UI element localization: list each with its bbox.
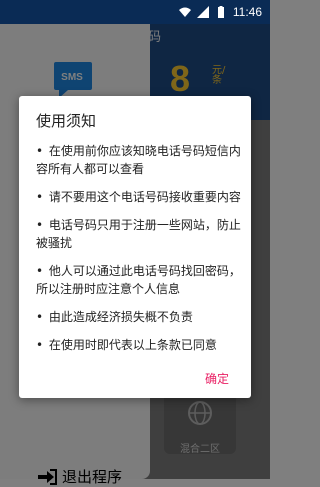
terms-item: • 请不要用这个电话号码接收重要内容 xyxy=(36,188,244,206)
bullet: • xyxy=(36,264,44,278)
terms-item: • 由此造成经济损失概不负责 xyxy=(36,308,244,326)
bullet: • xyxy=(36,190,44,204)
signal-icon xyxy=(196,6,209,18)
terms-item-text: 请不要用这个电话号码接收重要内容 xyxy=(48,190,241,204)
terms-list: • 在使用前你应该知晓电话号码短信内容所有人都可以查看 • 请不要用这个电话号码… xyxy=(36,142,244,364)
dialog-title: 使用须知 xyxy=(36,112,97,130)
terms-item-text: 在使用前你应该知晓电话号码短信内容所有人都可以查看 xyxy=(36,144,241,176)
terms-item: • 电话号码只用于注册一些网站，防止被骚扰 xyxy=(36,216,244,252)
terms-item-text: 由此造成经济损失概不负责 xyxy=(48,310,193,324)
terms-item-text: 在使用时即代表以上条款已同意 xyxy=(48,338,217,352)
bullet: • xyxy=(36,310,44,324)
terms-item: • 在使用时即代表以上条款已同意 xyxy=(36,336,244,354)
bullet: • xyxy=(36,338,44,352)
terms-item: • 他人可以通过此电话号码找回密码，所以注册时应注意个人信息 xyxy=(36,262,244,298)
confirm-button[interactable]: 确定 xyxy=(205,370,229,387)
battery-icon xyxy=(217,6,224,18)
terms-item: • 在使用前你应该知晓电话号码短信内容所有人都可以查看 xyxy=(36,142,244,178)
bullet: • xyxy=(36,144,44,158)
wifi-icon xyxy=(178,7,191,17)
status-time: 11:46 xyxy=(232,5,262,19)
bullet: • xyxy=(36,218,44,232)
terms-item-text: 电话号码只用于注册一些网站，防止被骚扰 xyxy=(36,218,241,250)
terms-dialog: 使用须知 • 在使用前你应该知晓电话号码短信内容所有人都可以查看 • 请不要用这… xyxy=(19,96,251,398)
status-bar: 11:46 xyxy=(0,0,270,24)
terms-item-text: 他人可以通过此电话号码找回密码，所以注册时应注意个人信息 xyxy=(36,264,241,296)
